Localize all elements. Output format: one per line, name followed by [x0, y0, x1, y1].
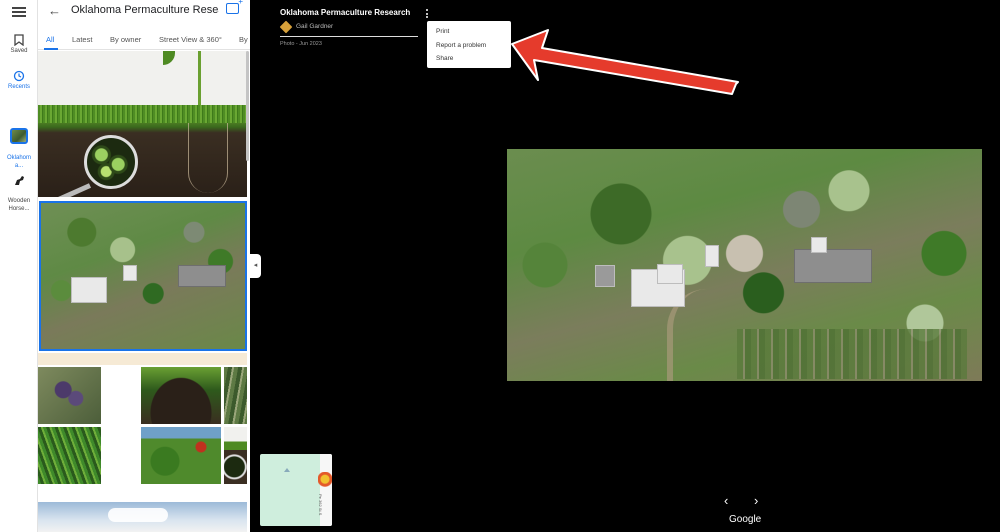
annotation-arrow [511, 29, 739, 95]
tab-by[interactable]: By [239, 35, 248, 44]
recent-place-oklahoma[interactable]: Oklahom a... [0, 120, 38, 170]
history-icon [13, 70, 25, 82]
menu-item-print[interactable]: Print [427, 25, 511, 39]
panel-header: ← Oklahoma Permaculture Resea [38, 0, 250, 28]
more-options-icon[interactable] [425, 9, 429, 21]
options-menu: Print Report a problem Share [427, 21, 511, 68]
photo-thumbnail[interactable] [224, 427, 247, 484]
main-photo[interactable] [507, 149, 982, 381]
tab-street-view[interactable]: Street View & 360° [159, 35, 222, 44]
author-row[interactable]: Gail Gardner [279, 20, 420, 34]
photos-panel: ← Oklahoma Permaculture Resea All Latest… [38, 0, 250, 532]
previous-photo-icon[interactable]: ‹ [724, 493, 728, 508]
photo-roots-illustration[interactable] [38, 51, 247, 197]
horse-icon [14, 176, 24, 185]
magnifier-graphic [84, 135, 138, 189]
pegman-icon[interactable] [318, 472, 332, 490]
tab-by-owner[interactable]: By owner [110, 35, 141, 44]
photo-thumbnail[interactable] [141, 427, 221, 484]
minimap[interactable]: Pe 362 St S [260, 454, 332, 526]
collapse-panel-button[interactable]: ◂ [250, 254, 261, 278]
photo-thumbnail[interactable] [38, 427, 101, 484]
panel-title: Oklahoma Permaculture Resea [71, 4, 219, 16]
tab-latest[interactable]: Latest [72, 35, 92, 44]
photo-thumbnail[interactable] [224, 367, 247, 424]
photo-thumbnail[interactable] [141, 367, 221, 424]
photo-sky[interactable] [38, 502, 247, 532]
minimap-road-label: Pe 362 St S [318, 494, 323, 516]
minimap-marker-icon [284, 468, 290, 472]
photo-date: Photo - Jun 2023 [280, 41, 322, 47]
local-guide-badge-icon [279, 20, 293, 34]
menu-icon[interactable] [12, 7, 26, 17]
menu-item-report-problem[interactable]: Report a problem [427, 39, 511, 53]
add-photo-icon[interactable] [226, 0, 243, 14]
photo-aerial-selected[interactable] [39, 201, 247, 351]
back-arrow-icon[interactable]: ← [48, 3, 61, 18]
next-photo-icon[interactable]: › [754, 493, 758, 508]
recent-place-thumbnail [10, 128, 28, 144]
bookmark-icon [14, 34, 24, 46]
author-name[interactable]: Gail Gardner [296, 23, 333, 30]
active-tab-indicator [44, 48, 58, 50]
info-divider [280, 36, 418, 37]
app-root: Saved Recents Oklahom a... Wooden Horse.… [0, 0, 1000, 532]
panel-scrollbar[interactable] [246, 51, 249, 161]
saved-button[interactable]: Saved [0, 34, 38, 54]
menu-item-share[interactable]: Share [427, 52, 511, 66]
recents-button[interactable]: Recents [0, 70, 38, 90]
photo-tabs: All Latest By owner Street View & 360° B… [38, 30, 250, 50]
saved-label: Saved [10, 48, 28, 54]
recent-place-wooden-horse[interactable]: Wooden Horse... [0, 166, 38, 213]
photo-info: Oklahoma Permaculture Research I... Gail… [279, 8, 420, 47]
recents-label: Recents [7, 84, 30, 90]
recent-place-label: Wooden Horse... [7, 198, 31, 212]
photo-thumbnail[interactable] [38, 367, 101, 424]
place-title[interactable]: Oklahoma Permaculture Research I... [280, 8, 410, 17]
tab-all[interactable]: All [46, 35, 54, 44]
left-rail: Saved Recents Oklahom a... Wooden Horse.… [0, 0, 38, 532]
google-logo: Google [729, 514, 762, 525]
panel-divider [38, 353, 247, 365]
